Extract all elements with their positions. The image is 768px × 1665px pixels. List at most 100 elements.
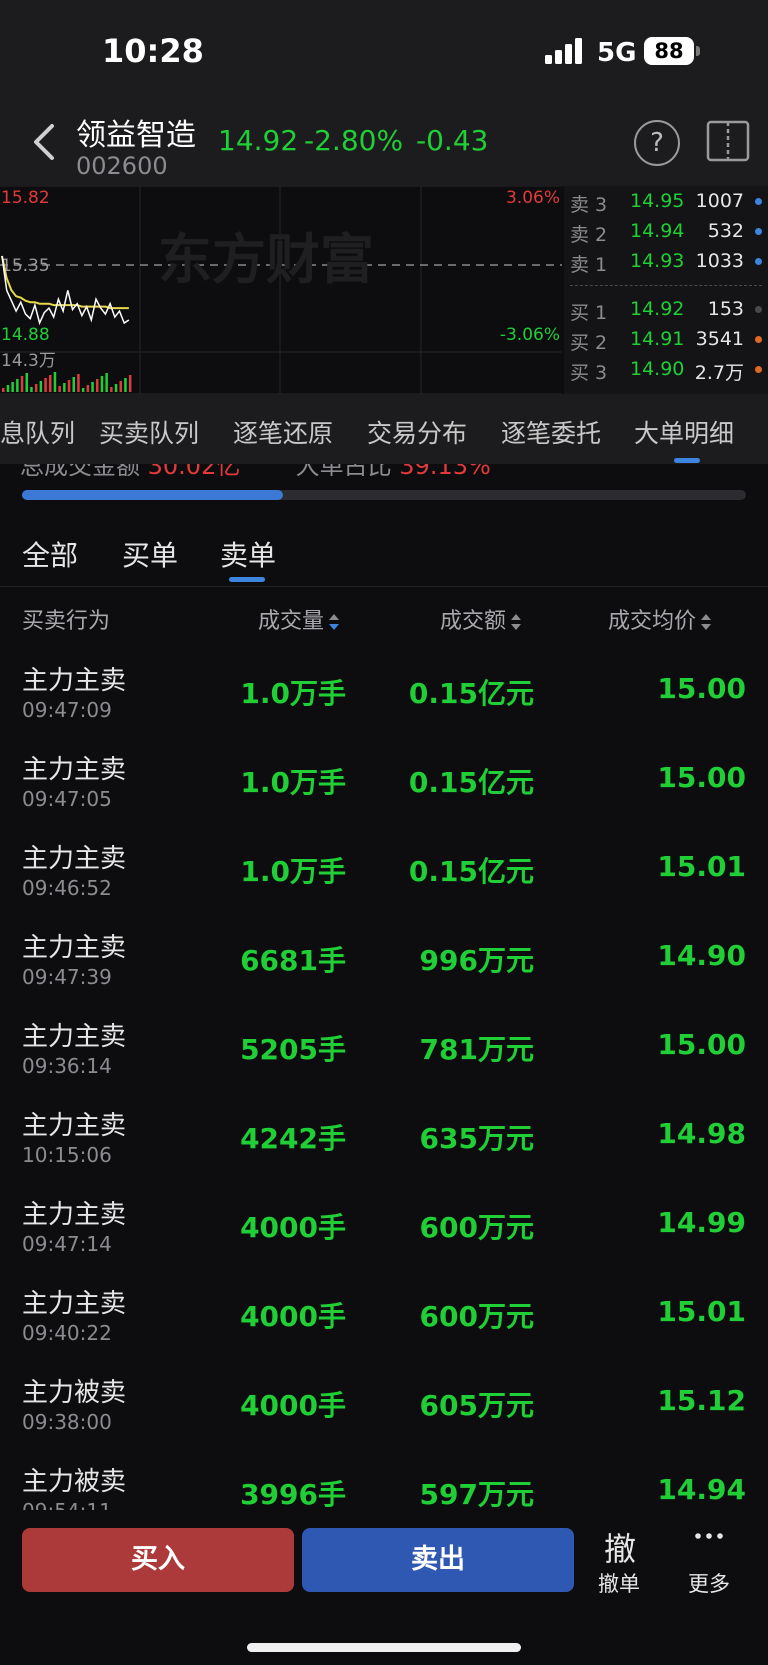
tab-tick-orders[interactable]: 逐笔委托: [501, 414, 601, 450]
cancel-order-icon[interactable]: 撤: [604, 1524, 636, 1570]
volume-bar: [77, 374, 80, 392]
table-row[interactable]: 主力主卖 09:40:22 4000手 600万元 15.01: [0, 1273, 768, 1362]
tab-large-orders[interactable]: 大单明细: [634, 414, 734, 450]
bid-volume: 2.7万: [694, 362, 744, 384]
ask-price: 14.95: [630, 190, 685, 212]
bid-dot-icon: [755, 336, 762, 343]
col-avg-price[interactable]: 成交均价: [608, 603, 712, 635]
row-time: 09:46:52: [22, 876, 112, 900]
row-volume: 4000手: [240, 1211, 346, 1244]
subtab-sell[interactable]: 卖单: [220, 534, 276, 574]
row-time: 09:47:05: [22, 787, 112, 811]
volume-bar: [96, 379, 99, 392]
col-volume[interactable]: 成交量: [258, 603, 340, 635]
row-time: 09:38:00: [22, 1410, 112, 1434]
bid-row[interactable]: 买 3 14.90 2.7万: [564, 358, 768, 388]
row-action: 主力主卖: [22, 1289, 127, 1319]
col-amount[interactable]: 成交额: [440, 603, 522, 635]
chart-pct-low: -3.06%: [500, 325, 560, 345]
row-avg-price: 15.01: [657, 850, 746, 883]
ask-price: 14.93: [630, 250, 685, 272]
row-time: 10:15:06: [22, 1143, 112, 1167]
bid-row[interactable]: 买 1 14.92 153: [564, 298, 768, 328]
table-row[interactable]: 主力主卖 09:47:09 1.0万手 0.15亿元 15.00: [0, 650, 768, 739]
battery-tip: [696, 46, 700, 56]
status-time: 10:28: [102, 32, 204, 70]
help-icon[interactable]: ?: [634, 120, 680, 166]
volume-bar: [39, 381, 43, 392]
ask-volume: 1007: [695, 190, 744, 212]
table-row[interactable]: 主力主卖 09:47:14 4000手 600万元 14.99: [0, 1184, 768, 1273]
tab-tick-restore[interactable]: 逐笔还原: [233, 414, 333, 450]
chart-pct-high: 3.06%: [506, 188, 560, 208]
sort-icon: [701, 614, 712, 630]
row-volume: 1.0万手: [240, 855, 346, 888]
ask-dot-icon: [755, 258, 762, 265]
ask-row[interactable]: 卖 2 14.94 532: [564, 220, 768, 250]
row-volume: 5205手: [240, 1033, 346, 1066]
row-volume: 6681手: [240, 944, 346, 977]
volume-bar: [81, 388, 85, 392]
subtab-buy[interactable]: 买单: [122, 534, 178, 574]
cancel-order-label[interactable]: 撤单: [598, 1568, 640, 1598]
ask-row[interactable]: 卖 1 14.93 1033: [564, 250, 768, 280]
tab-active-indicator: [674, 458, 700, 463]
row-action: 主力主卖: [22, 933, 127, 963]
table-row[interactable]: 主力主卖 10:15:06 4242手 635万元 14.98: [0, 1095, 768, 1184]
tab-queue-info[interactable]: 息队列: [0, 414, 75, 450]
row-volume: 1.0万手: [240, 766, 346, 799]
table-row[interactable]: 主力主卖 09:36:14 5205手 781万元 15.00: [0, 1006, 768, 1095]
bid-label: 买 2: [570, 332, 608, 354]
table-row[interactable]: 主力被卖 09:38:00 4000手 605万元 15.12: [0, 1362, 768, 1451]
stock-name: 领益智造: [76, 118, 196, 153]
volume-bar: [2, 388, 5, 392]
large-ratio-label: 大单占比: [296, 464, 392, 476]
chart-low-label: 14.88: [1, 325, 50, 345]
table-row[interactable]: 主力主卖 09:47:05 1.0万手 0.15亿元 15.00: [0, 739, 768, 828]
row-volume: 4000手: [240, 1300, 346, 1333]
back-arrow-icon[interactable]: [26, 118, 64, 166]
volume-bar: [6, 385, 10, 392]
volume-bar: [128, 375, 132, 392]
ask-volume: 532: [707, 220, 744, 242]
volume-bar: [49, 375, 52, 392]
row-action: 主力主卖: [22, 755, 127, 785]
sell-button[interactable]: 卖出: [302, 1528, 574, 1592]
row-volume: 1.0万手: [240, 677, 346, 710]
tab-bid-ask-queue[interactable]: 买卖队列: [99, 414, 199, 450]
bid-row[interactable]: 买 2 14.91 3541: [564, 328, 768, 358]
ask-label: 卖 2: [570, 224, 608, 246]
row-time: 09:47:39: [22, 965, 112, 989]
row-avg-price: 15.00: [657, 1028, 746, 1061]
row-avg-price: 14.99: [657, 1206, 746, 1239]
row-action: 主力主卖: [22, 1022, 127, 1052]
change-value: -0.43: [416, 124, 489, 157]
more-label[interactable]: 更多: [688, 1568, 730, 1598]
row-amount: 600万元: [419, 1211, 534, 1244]
intraday-chart[interactable]: 东方财富 15.82 15.35 14.88 3.06% -3.06% 14.3…: [0, 186, 562, 394]
ask-row[interactable]: 卖 3 14.95 1007: [564, 190, 768, 220]
chart-mid-label: 15.35: [1, 256, 50, 276]
subtab-all[interactable]: 全部: [22, 534, 78, 574]
volume-bar: [86, 385, 90, 392]
table-row[interactable]: 主力主卖 09:46:52 1.0万手 0.15亿元 15.01: [0, 828, 768, 917]
ask-label: 卖 3: [570, 194, 608, 216]
tab-trade-distribution[interactable]: 交易分布: [367, 414, 467, 450]
ask-dot-icon: [755, 198, 762, 205]
layout-switch-icon[interactable]: [706, 120, 750, 162]
row-avg-price: 15.12: [657, 1384, 746, 1417]
buy-button[interactable]: 买入: [22, 1528, 294, 1592]
more-icon[interactable]: [694, 1526, 724, 1546]
current-price: 14.92: [218, 124, 299, 157]
row-action: 主力主卖: [22, 666, 127, 696]
volume-bar: [67, 380, 71, 392]
row-time: 09:47:14: [22, 1232, 112, 1256]
subtab-active-indicator: [229, 577, 265, 582]
bid-price: 14.92: [630, 298, 685, 320]
home-indicator: [247, 1643, 521, 1652]
table-row[interactable]: 主力主卖 09:47:39 6681手 996万元 14.90: [0, 917, 768, 1006]
row-amount: 600万元: [419, 1300, 534, 1333]
ask-label: 卖 1: [570, 254, 608, 276]
chart-high-label: 15.82: [1, 188, 50, 208]
total-amount-label: 总成交金额: [20, 464, 140, 476]
